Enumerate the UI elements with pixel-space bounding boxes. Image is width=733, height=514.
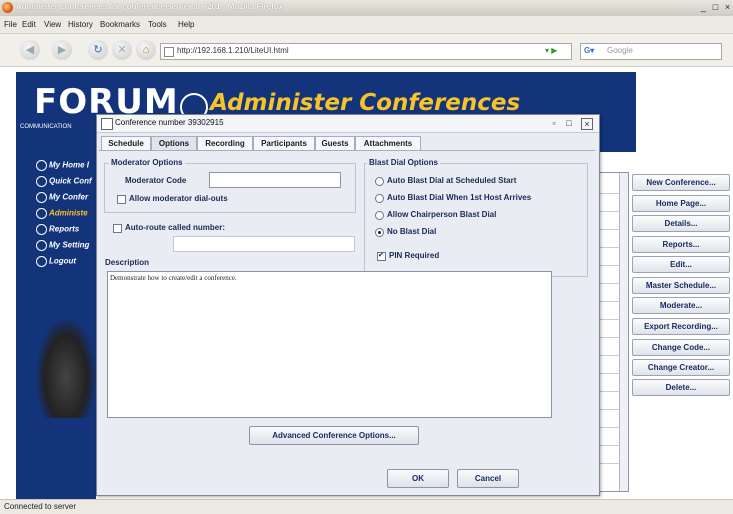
pin-required-label: PIN Required xyxy=(389,251,440,260)
nav-item-my-conferences[interactable]: My Confer xyxy=(36,192,88,203)
go-icon[interactable]: ▾ ▶ xyxy=(545,46,557,55)
search-placeholder: Google xyxy=(607,46,633,55)
url-text: http://192.168.1.210/LiteUI.html xyxy=(177,46,289,55)
blast-option-radio-1[interactable] xyxy=(375,177,384,186)
blast-option-radio-3[interactable] xyxy=(375,211,384,220)
menu-history[interactable]: History xyxy=(68,20,93,29)
page-title: Administer Conferences xyxy=(210,90,521,116)
master-schedule-button[interactable]: Master Schedule... xyxy=(632,277,730,294)
circle-icon xyxy=(36,240,47,251)
circle-icon xyxy=(36,208,47,219)
options-panel: Moderator Options Moderator Code Allow m… xyxy=(99,150,595,454)
home-icon[interactable]: ⌂ xyxy=(136,40,156,60)
auto-route-checkbox[interactable] xyxy=(113,224,122,233)
moderator-options-label: Moderator Options xyxy=(109,158,185,167)
browser-title: Administer conferences for conference se… xyxy=(16,2,284,11)
allow-dialouts-checkbox[interactable] xyxy=(117,195,126,204)
office-chairs-image xyxy=(36,318,96,418)
url-bar[interactable]: http://192.168.1.210/LiteUI.html ▾ ▶ xyxy=(160,43,572,60)
cancel-button[interactable]: Cancel xyxy=(457,469,519,488)
blast-option-label-3: Allow Chairperson Blast Dial xyxy=(387,210,497,219)
auto-route-label: Auto-route called number: xyxy=(125,223,226,232)
moderator-code-label: Moderator Code xyxy=(125,176,187,185)
reports-button[interactable]: Reports... xyxy=(632,236,730,253)
blast-option-radio-2[interactable] xyxy=(375,194,384,203)
allow-dialouts-label: Allow moderator dial-outs xyxy=(129,194,228,203)
nav-item-administer[interactable]: Administe xyxy=(36,208,88,219)
google-icon[interactable]: G▾ xyxy=(584,46,594,55)
auto-route-input[interactable] xyxy=(173,236,355,252)
blast-option-label-1: Auto Blast Dial at Scheduled Start xyxy=(387,176,517,185)
circle-icon xyxy=(36,224,47,235)
edit-button[interactable]: Edit... xyxy=(632,256,730,273)
window-icon xyxy=(101,118,113,130)
nav-item-quick-conference[interactable]: Quick Conf xyxy=(36,176,92,187)
dialog-title: Conference number 39302915 xyxy=(115,118,224,127)
stop-icon[interactable]: ✕ xyxy=(112,40,132,60)
description-text: Demonstrate how to create/edit a confere… xyxy=(110,274,237,282)
list-scrollbar[interactable] xyxy=(619,173,628,491)
back-icon[interactable]: ◀ xyxy=(20,40,40,60)
logo-subtitle: COMMUNICATION xyxy=(20,124,72,130)
tab-options[interactable]: Options xyxy=(151,136,197,150)
menu-file[interactable]: File xyxy=(4,20,17,29)
status-text: Connected to server xyxy=(4,502,77,511)
tab-recording[interactable]: Recording xyxy=(197,136,253,150)
maximize-icon[interactable]: □ xyxy=(710,2,721,13)
close-icon[interactable]: × xyxy=(581,118,593,130)
menu-edit[interactable]: Edit xyxy=(22,20,36,29)
search-box[interactable]: G▾ Google xyxy=(580,43,722,60)
minimize-icon[interactable]: _ xyxy=(698,2,709,13)
ok-button[interactable]: OK xyxy=(387,469,449,488)
nav-item-reports[interactable]: Reports xyxy=(36,224,79,235)
conference-list[interactable] xyxy=(595,172,629,492)
tab-attachments[interactable]: Attachments xyxy=(355,136,421,150)
navigation-toolbar: ◀ ▶ ↻ ✕ ⌂ http://192.168.1.210/LiteUI.ht… xyxy=(0,34,733,67)
tab-guests[interactable]: Guests xyxy=(315,136,355,150)
status-bar: Connected to server xyxy=(0,499,733,514)
blast-option-radio-4[interactable] xyxy=(375,228,384,237)
moderator-code-input[interactable] xyxy=(209,172,341,188)
dialog-title-bar: Conference number 39302915 ▫ □ × xyxy=(97,115,599,133)
details-button[interactable]: Details... xyxy=(632,215,730,232)
delete-button[interactable]: Delete... xyxy=(632,379,730,396)
minimize-icon[interactable]: ▫ xyxy=(549,118,559,128)
tab-participants[interactable]: Participants xyxy=(253,136,315,150)
menu-tools[interactable]: Tools xyxy=(148,20,167,29)
nav-item-my-settings[interactable]: My Setting xyxy=(36,240,89,251)
browser-title-bar: Administer conferences for conference se… xyxy=(0,0,733,16)
close-icon[interactable]: × xyxy=(722,2,733,13)
advanced-options-button[interactable]: Advanced Conference Options... xyxy=(249,426,419,445)
maximize-icon[interactable]: □ xyxy=(564,118,574,128)
circle-icon xyxy=(36,176,47,187)
moderate-button[interactable]: Moderate... xyxy=(632,297,730,314)
tab-schedule[interactable]: Schedule xyxy=(101,136,151,150)
nav-item-logout[interactable]: Logout xyxy=(36,256,76,267)
moderator-options-group xyxy=(104,163,356,213)
home-page-button[interactable]: Home Page... xyxy=(632,195,730,212)
conference-dialog: Conference number 39302915 ▫ □ × Schedul… xyxy=(96,114,600,496)
menu-view[interactable]: View xyxy=(44,20,61,29)
blast-option-label-2: Auto Blast Dial When 1st Host Arrives xyxy=(387,193,532,202)
nav-item-my-home[interactable]: My Home I xyxy=(36,160,89,171)
blast-option-label-4: No Blast Dial xyxy=(387,227,437,236)
circle-icon xyxy=(36,256,47,267)
page-icon xyxy=(164,47,174,57)
new-conference-button[interactable]: New Conference... xyxy=(632,174,730,191)
description-textarea[interactable]: Demonstrate how to create/edit a confere… xyxy=(107,271,552,418)
circle-icon xyxy=(36,160,47,171)
change-creator-button[interactable]: Change Creator... xyxy=(632,359,730,376)
pin-required-checkbox[interactable] xyxy=(377,251,386,261)
forward-icon[interactable]: ▶ xyxy=(52,40,72,60)
blast-dial-label: Blast Dial Options xyxy=(367,158,440,167)
circle-icon xyxy=(36,192,47,203)
change-code-button[interactable]: Change Code... xyxy=(632,339,730,356)
menu-help[interactable]: Help xyxy=(178,20,194,29)
firefox-icon xyxy=(2,2,13,13)
description-label: Description xyxy=(105,258,150,267)
menu-bookmarks[interactable]: Bookmarks xyxy=(100,20,140,29)
menu-bar: File Edit View History Bookmarks Tools H… xyxy=(0,16,733,34)
reload-icon[interactable]: ↻ xyxy=(88,40,108,60)
export-recording-button[interactable]: Export Recording... xyxy=(632,318,730,335)
